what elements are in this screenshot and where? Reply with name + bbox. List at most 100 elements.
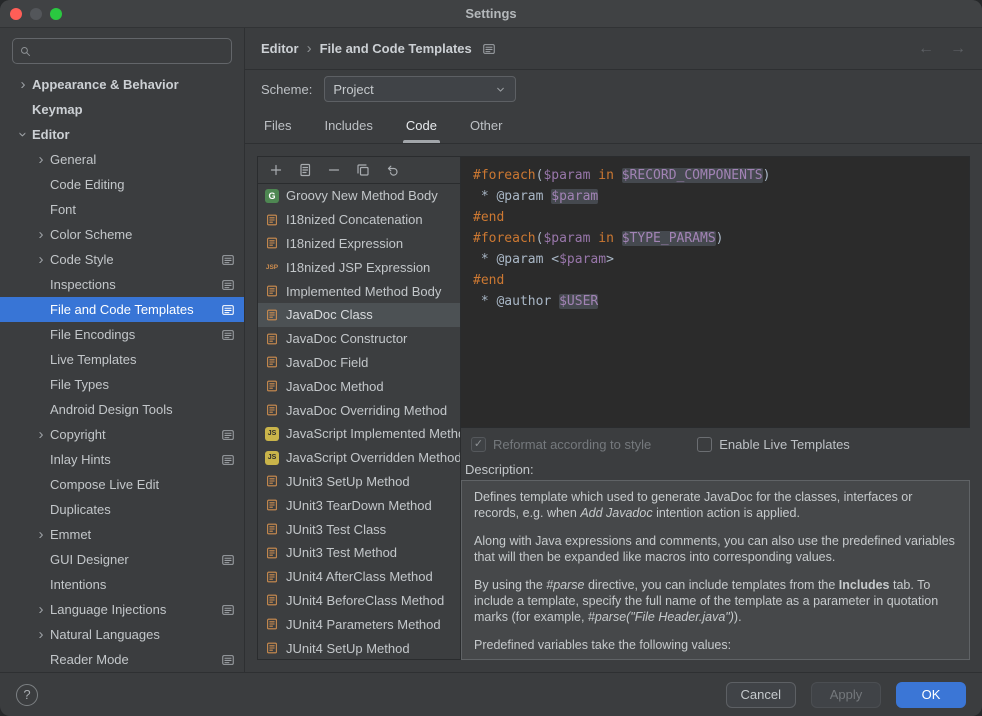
ok-button[interactable]: OK [896, 682, 966, 708]
template-item-i18nized-jsp-expression[interactable]: JSPI18nized JSP Expression [258, 255, 460, 279]
sidebar-item-label: Inspections [50, 277, 221, 292]
template-editor[interactable]: #foreach($param in $RECORD_COMPONENTS) *… [461, 156, 970, 428]
tab-code[interactable]: Code [403, 118, 440, 143]
breadcrumb-editor[interactable]: Editor [261, 41, 299, 56]
settings-search-field[interactable] [12, 38, 232, 64]
revert-template-button[interactable] [384, 162, 400, 178]
template-item-junit3-setup-method[interactable]: JUnit3 SetUp Method [258, 470, 460, 494]
sidebar-item-file-types[interactable]: File Types [0, 372, 244, 397]
sidebar-item-duplicates[interactable]: Duplicates [0, 497, 244, 522]
template-item-junit4-setup-method[interactable]: JUnit4 SetUp Method [258, 636, 460, 659]
sidebar-item-emmet[interactable]: ›Emmet [0, 522, 244, 547]
template-item-label: JUnit3 Test Class [286, 522, 386, 537]
sidebar-item-code-style[interactable]: ›Code Style [0, 247, 244, 272]
scope-icon [221, 553, 235, 567]
settings-scope-icon [221, 328, 235, 342]
sidebar-item-reader-mode[interactable]: Reader Mode [0, 647, 244, 672]
sidebar-item-color-scheme[interactable]: ›Color Scheme [0, 222, 244, 247]
chevron-collapsed-icon[interactable]: › [32, 627, 50, 642]
chevron-collapsed-icon[interactable]: › [32, 252, 50, 267]
js-file-icon: JS [265, 427, 279, 441]
template-item-junit3-test-class[interactable]: JUnit3 Test Class [258, 517, 460, 541]
cancel-button[interactable]: Cancel [726, 682, 796, 708]
breadcrumb-current: File and Code Templates [320, 41, 472, 56]
template-item-javascript-overridden-method-body[interactable]: JSJavaScript Overridden Method Body [258, 446, 460, 470]
sidebar-item-code-editing[interactable]: Code Editing [0, 172, 244, 197]
chevron-expanded-icon[interactable]: › [16, 126, 31, 144]
template-item-implemented-method-body[interactable]: Implemented Method Body [258, 279, 460, 303]
reformat-checkbox[interactable]: ✓ Reformat according to style [471, 437, 651, 452]
template-item-i18nized-expression[interactable]: I18nized Expression [258, 232, 460, 256]
chevron-collapsed-icon[interactable]: › [32, 527, 50, 542]
revert-icon [384, 162, 400, 178]
add-template-button[interactable] [268, 162, 284, 178]
sidebar-item-editor[interactable]: ›Editor [0, 122, 244, 147]
enable-live-templates-checkbox[interactable]: Enable Live Templates [697, 437, 850, 452]
sidebar-item-intentions[interactable]: Intentions [0, 572, 244, 597]
template-item-i18nized-concatenation[interactable]: I18nized Concatenation [258, 208, 460, 232]
window-title: Settings [465, 6, 516, 21]
remove-icon [326, 162, 342, 178]
tab-files[interactable]: Files [261, 118, 294, 143]
apply-button[interactable]: Apply [811, 682, 881, 708]
sidebar-item-file-encodings[interactable]: File Encodings [0, 322, 244, 347]
template-item-junit4-beforeclass-method[interactable]: JUnit4 BeforeClass Method [258, 589, 460, 613]
template-item-javadoc-constructor[interactable]: JavaDoc Constructor [258, 327, 460, 351]
template-icon [265, 308, 279, 322]
chevron-collapsed-icon[interactable]: › [14, 77, 32, 92]
template-tabs: Files Includes Code Other [245, 108, 982, 144]
help-button[interactable]: ? [16, 684, 38, 706]
fullscreen-window-button[interactable] [50, 8, 62, 20]
template-item-label: JavaDoc Field [286, 355, 368, 370]
sidebar-item-android-design-tools[interactable]: Android Design Tools [0, 397, 244, 422]
sidebar-item-live-templates[interactable]: Live Templates [0, 347, 244, 372]
copy-template-button[interactable] [355, 162, 371, 178]
sidebar-item-gui-designer[interactable]: GUI Designer [0, 547, 244, 572]
template-item-groovy-new-method-body[interactable]: GGroovy New Method Body [258, 184, 460, 208]
sidebar-item-copyright[interactable]: ›Copyright [0, 422, 244, 447]
template-item-javadoc-class[interactable]: JavaDoc Class [258, 303, 460, 327]
template-item-junit4-afterclass-method[interactable]: JUnit4 AfterClass Method [258, 565, 460, 589]
chevron-collapsed-icon[interactable]: › [32, 227, 50, 242]
template-item-junit3-test-method[interactable]: JUnit3 Test Method [258, 541, 460, 565]
settings-scope-icon [221, 553, 235, 567]
template-icon [265, 522, 279, 536]
sidebar-item-file-and-code-templates[interactable]: File and Code Templates [0, 297, 244, 322]
sidebar-item-inlay-hints[interactable]: Inlay Hints [0, 447, 244, 472]
breadcrumb-separator-icon: › [307, 40, 312, 57]
template-item-junit4-parameters-method[interactable]: JUnit4 Parameters Method [258, 612, 460, 636]
back-button[interactable]: ← [918, 40, 934, 58]
scope-icon [221, 453, 235, 467]
template-item-javascript-implemented-method-body[interactable]: JSJavaScript Implemented Method Body [258, 422, 460, 446]
template-item-javadoc-overriding-method[interactable]: JavaDoc Overriding Method [258, 398, 460, 422]
sidebar-item-appearance-behavior[interactable]: ›Appearance & Behavior [0, 72, 244, 97]
sidebar-item-compose-live-edit[interactable]: Compose Live Edit [0, 472, 244, 497]
template-icon [265, 498, 279, 512]
chevron-collapsed-icon[interactable]: › [32, 602, 50, 617]
template-item-javadoc-field[interactable]: JavaDoc Field [258, 351, 460, 375]
template-item-junit3-teardown-method[interactable]: JUnit3 TearDown Method [258, 493, 460, 517]
chevron-collapsed-icon[interactable]: › [32, 152, 50, 167]
sidebar-item-language-injections[interactable]: ›Language Injections [0, 597, 244, 622]
create-pattern-template-button[interactable] [297, 162, 313, 178]
reformat-label: Reformat according to style [493, 437, 651, 452]
sidebar-item-label: Appearance & Behavior [32, 77, 235, 92]
template-icon [265, 593, 279, 607]
sidebar-item-natural-languages[interactable]: ›Natural Languages [0, 622, 244, 647]
forward-button[interactable]: → [950, 40, 966, 58]
sidebar-item-keymap[interactable]: Keymap [0, 97, 244, 122]
scope-icon [221, 328, 235, 342]
template-item-javadoc-method[interactable]: JavaDoc Method [258, 374, 460, 398]
sidebar-item-inspections[interactable]: Inspections [0, 272, 244, 297]
sidebar-item-font[interactable]: Font [0, 197, 244, 222]
scheme-select[interactable]: Project [324, 76, 516, 102]
remove-template-button[interactable] [326, 162, 342, 178]
settings-search-input[interactable] [35, 44, 225, 59]
titlebar[interactable]: Settings [0, 0, 982, 28]
sidebar-item-general[interactable]: ›General [0, 147, 244, 172]
sidebar-item-label: Emmet [50, 527, 235, 542]
close-window-button[interactable] [10, 8, 22, 20]
chevron-collapsed-icon[interactable]: › [32, 427, 50, 442]
tab-includes[interactable]: Includes [321, 118, 375, 143]
tab-other[interactable]: Other [467, 118, 506, 143]
